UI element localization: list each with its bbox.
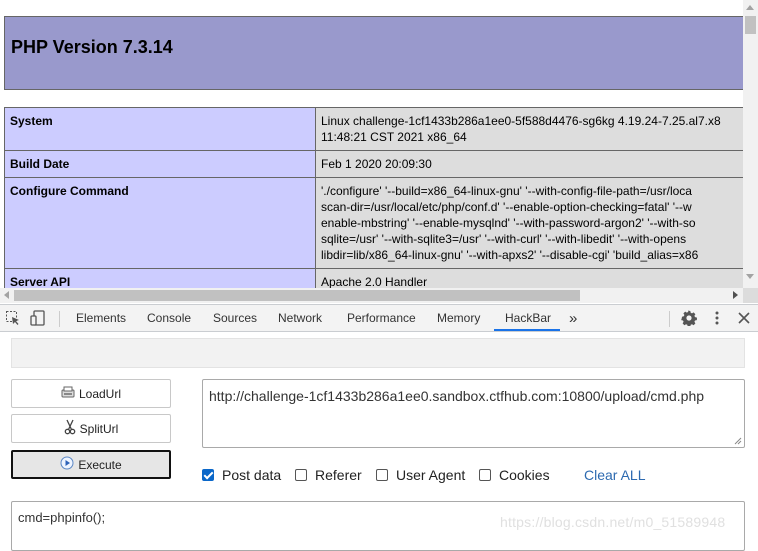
split-url-label: SplitUrl xyxy=(79,421,119,436)
value-line: Linux challenge-1cf1433b286a1ee0-5f588d4… xyxy=(321,114,721,128)
resize-handle-icon[interactable] xyxy=(734,437,742,445)
hackbar-top-strip xyxy=(11,338,745,368)
url-input[interactable]: http://challenge-1cf1433b286a1ee0.sandbo… xyxy=(202,379,745,448)
row-key: Build Date xyxy=(4,150,316,178)
user-agent-option[interactable]: User Agent xyxy=(376,465,465,485)
row-key: Server API xyxy=(4,268,316,288)
tab-hackbar[interactable]: HackBar xyxy=(505,305,551,332)
chevron-double-right-icon[interactable]: » xyxy=(569,305,577,332)
url-value: http://challenge-1cf1433b286a1ee0.sandbo… xyxy=(209,388,705,404)
php-header: PHP Version 7.3.14 xyxy=(4,16,743,90)
value-line: Feb 1 2020 20:09:30 xyxy=(321,157,432,171)
table-row: Server API Apache 2.0 Handler xyxy=(4,268,743,288)
table-row: System Linux challenge-1cf1433b286a1ee0-… xyxy=(4,107,743,151)
tab-elements[interactable]: Elements xyxy=(76,305,126,332)
toolbar-divider xyxy=(59,311,60,327)
referer-label: Referer xyxy=(315,467,362,483)
play-icon xyxy=(60,456,74,473)
vertical-scrollbar[interactable] xyxy=(743,0,758,288)
close-icon[interactable] xyxy=(737,310,751,331)
post-data-label: Post data xyxy=(222,467,282,483)
row-value: Linux challenge-1cf1433b286a1ee0-5f588d4… xyxy=(315,107,743,151)
row-value: './configure' '--build=x86_64-linux-gnu'… xyxy=(315,177,743,269)
tab-memory[interactable]: Memory xyxy=(437,305,480,332)
scroll-left-icon[interactable] xyxy=(4,291,9,299)
clear-all-link[interactable]: Clear ALL xyxy=(584,465,645,485)
inspect-element-icon[interactable] xyxy=(5,310,21,331)
cookies-option[interactable]: Cookies xyxy=(479,465,550,485)
tab-sources[interactable]: Sources xyxy=(213,305,257,332)
hackbar-panel: LoadUrl SplitUrl Execute http://challeng… xyxy=(0,332,758,551)
scroll-right-icon[interactable] xyxy=(733,291,738,299)
row-value: Feb 1 2020 20:09:30 xyxy=(315,150,743,178)
tab-console[interactable]: Console xyxy=(147,305,191,332)
referer-checkbox[interactable] xyxy=(295,469,307,481)
load-url-button[interactable]: LoadUrl xyxy=(11,379,171,408)
post-data-option[interactable]: Post data xyxy=(202,465,281,485)
referer-option[interactable]: Referer xyxy=(295,465,362,485)
scrollbar-corner xyxy=(743,288,758,303)
value-line: sqlite=/usr' '--with-sqlite3=/usr' '--wi… xyxy=(321,232,687,246)
active-tab-indicator xyxy=(494,329,560,331)
post-data-checkbox[interactable] xyxy=(202,469,214,481)
load-url-icon xyxy=(61,386,75,401)
page-title: PHP Version 7.3.14 xyxy=(11,37,173,57)
cookies-checkbox[interactable] xyxy=(479,469,491,481)
value-line: libdir=lib/x86_64-linux-gnu' '--with-apx… xyxy=(321,248,699,262)
row-key: System xyxy=(4,107,316,151)
value-line: 11:48:21 CST 2021 x86_64 xyxy=(321,130,467,144)
value-line: Apache 2.0 Handler xyxy=(321,275,428,288)
post-data-value: cmd=phpinfo(); xyxy=(18,510,106,525)
php-info-table: System Linux challenge-1cf1433b286a1ee0-… xyxy=(4,107,743,288)
page-viewport: PHP Version 7.3.14 System Linux challeng… xyxy=(0,0,743,288)
tab-performance[interactable]: Performance xyxy=(347,305,416,332)
table-row: Configure Command './configure' '--build… xyxy=(4,177,743,269)
value-line: './configure' '--build=x86_64-linux-gnu'… xyxy=(321,184,692,198)
tab-network[interactable]: Network xyxy=(278,305,322,332)
scissors-icon xyxy=(64,419,76,438)
value-line: scan-dir=/usr/local/etc/php/conf.d' '--e… xyxy=(321,200,692,214)
scroll-up-icon[interactable] xyxy=(746,5,754,10)
row-key: Configure Command xyxy=(4,177,316,269)
table-row: Build Date Feb 1 2020 20:09:30 xyxy=(4,150,743,178)
scroll-down-icon[interactable] xyxy=(746,274,754,279)
device-toolbar-icon[interactable] xyxy=(30,310,48,331)
load-url-label: LoadUrl xyxy=(78,386,122,401)
cookies-label: Cookies xyxy=(499,467,550,483)
devtools-toolbar: Elements Console Sources Network Perform… xyxy=(0,304,758,332)
execute-label: Execute xyxy=(78,457,122,472)
split-url-button[interactable]: SplitUrl xyxy=(11,414,171,443)
scroll-thumb[interactable] xyxy=(14,290,580,301)
value-line: enable-mbstring' '--enable-mysqlnd' '--w… xyxy=(321,216,696,230)
execute-button[interactable]: Execute xyxy=(11,450,171,479)
watermark: https://blog.csdn.net/m0_51589948 xyxy=(500,514,726,530)
user-agent-checkbox[interactable] xyxy=(376,469,388,481)
toolbar-divider xyxy=(669,311,670,327)
user-agent-label: User Agent xyxy=(396,467,466,483)
horizontal-scrollbar[interactable] xyxy=(0,288,743,303)
more-options-icon[interactable] xyxy=(710,310,724,331)
row-value: Apache 2.0 Handler xyxy=(315,268,743,288)
gear-icon[interactable] xyxy=(681,310,697,331)
scroll-thumb[interactable] xyxy=(745,16,756,34)
